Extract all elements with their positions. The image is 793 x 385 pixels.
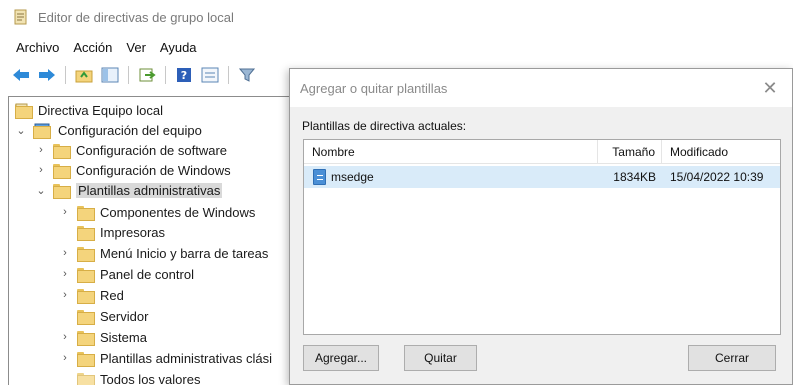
toolbar-separator — [228, 66, 229, 84]
tree-label: Panel de control — [100, 266, 194, 282]
tree-item-windows-components[interactable]: › Componentes de Windows — [59, 202, 255, 222]
column-header-name[interactable]: Nombre — [304, 139, 598, 164]
toolbar-separator — [128, 66, 129, 84]
tree-label: Componentes de Windows — [100, 204, 256, 220]
folder-icon — [53, 163, 71, 179]
chevron-right-icon[interactable]: › — [59, 202, 71, 222]
tree-label: Impresoras — [100, 224, 166, 240]
tree-item-network[interactable]: › Red — [59, 285, 124, 305]
list-header: Nombre Tamaño Modificado — [304, 139, 780, 164]
tree-label: Directiva Equipo local — [38, 102, 164, 118]
toolbar: ? — [10, 63, 258, 87]
tree-item-printers[interactable]: Impresoras — [59, 222, 165, 242]
tree-item-control-panel[interactable]: › Panel de control — [59, 264, 194, 284]
folder-icon — [77, 288, 95, 304]
tree-item-software-config[interactable]: › Configuración de software — [35, 140, 227, 160]
tree-label: Plantillas administrativas clási — [100, 350, 272, 366]
back-arrow-icon[interactable] — [10, 64, 32, 86]
chevron-right-icon[interactable]: › — [59, 348, 71, 368]
up-folder-icon[interactable] — [73, 64, 95, 86]
tree-item-computer-config[interactable]: ⌄ Configuración del equipo — [15, 120, 202, 140]
tree-label: Servidor — [100, 308, 149, 324]
tree-label: Menú Inicio y barra de tareas — [100, 245, 269, 261]
close-icon[interactable]: ✕ — [758, 78, 782, 99]
chevron-right-icon[interactable]: › — [35, 140, 47, 160]
template-file-icon — [313, 169, 326, 185]
folder-icon — [77, 267, 95, 283]
tree-item-server[interactable]: Servidor — [59, 306, 148, 326]
menu-accion[interactable]: Acción — [73, 40, 112, 55]
toolbar-separator — [165, 66, 166, 84]
folder-icon — [77, 225, 95, 241]
all-settings-icon — [77, 372, 95, 385]
tree-label: Configuración de software — [76, 142, 228, 158]
tree-label: Configuración del equipo — [58, 122, 202, 138]
template-size: 1834KB — [613, 170, 656, 184]
chevron-down-icon[interactable]: ⌄ — [15, 120, 27, 140]
tree-item-system[interactable]: › Sistema — [59, 327, 147, 347]
tree-item-admin-templates[interactable]: ⌄ Plantillas administrativas — [35, 180, 223, 200]
chevron-right-icon[interactable]: › — [59, 243, 71, 263]
window-titlebar: Editor de directivas de grupo local — [0, 0, 793, 34]
tree-label: Todos los valores — [100, 371, 201, 385]
tree-label: Plantillas administrativas — [76, 182, 223, 198]
chevron-right-icon[interactable]: › — [59, 327, 71, 347]
filter-icon[interactable] — [236, 64, 258, 86]
computer-icon — [33, 122, 51, 139]
folder-icon — [53, 143, 71, 159]
dialog-titlebar: Agregar o quitar plantillas ✕ — [290, 69, 792, 107]
tree-item-all-settings[interactable]: Todos los valores — [59, 369, 200, 385]
folder-icon — [77, 330, 95, 346]
current-templates-label: Plantillas de directiva actuales: — [302, 119, 467, 133]
folder-icon — [77, 246, 95, 262]
chevron-right-icon[interactable]: › — [35, 160, 47, 180]
console-tree: Directiva Equipo local ⌄ Configuración d… — [8, 96, 290, 385]
tree-item-windows-config[interactable]: › Configuración de Windows — [35, 160, 231, 180]
svg-text:?: ? — [181, 69, 187, 82]
column-header-size[interactable]: Tamaño — [598, 139, 662, 164]
list-cell-name: msedge — [304, 169, 598, 185]
add-remove-templates-dialog: Agregar o quitar plantillas ✕ Plantillas… — [289, 68, 793, 385]
list-item[interactable]: msedge 1834KB 15/04/2022 10:39 — [304, 166, 780, 188]
show-hide-tree-icon[interactable] — [99, 64, 121, 86]
toolbar-separator — [65, 66, 66, 84]
dialog-title: Agregar o quitar plantillas — [300, 80, 448, 96]
chevron-right-icon[interactable]: › — [59, 285, 71, 305]
menu-ayuda[interactable]: Ayuda — [160, 40, 197, 55]
menu-bar: Archivo Acción Ver Ayuda — [0, 36, 211, 58]
folder-icon — [77, 309, 95, 325]
properties-view-icon[interactable] — [199, 64, 221, 86]
policy-document-icon — [15, 103, 33, 119]
folder-icon — [77, 205, 95, 221]
column-header-modified[interactable]: Modificado — [662, 140, 780, 164]
tree-label: Red — [100, 287, 124, 303]
template-modified: 15/04/2022 10:39 — [670, 170, 764, 184]
export-list-icon[interactable] — [136, 64, 158, 86]
policy-editor-icon — [13, 9, 29, 25]
templates-list[interactable]: Nombre Tamaño Modificado msedge 1834KB 1… — [303, 139, 781, 335]
menu-ver[interactable]: Ver — [126, 40, 146, 55]
help-icon[interactable]: ? — [173, 64, 195, 86]
tree-item-root[interactable]: Directiva Equipo local — [15, 100, 163, 120]
window-title: Editor de directivas de grupo local — [38, 9, 234, 25]
chevron-down-icon[interactable]: ⌄ — [35, 180, 47, 200]
tree-label: Sistema — [100, 329, 147, 345]
menu-archivo[interactable]: Archivo — [16, 40, 59, 55]
template-name: msedge — [331, 170, 374, 184]
chevron-right-icon[interactable]: › — [59, 264, 71, 284]
add-button[interactable]: Agregar... — [303, 345, 379, 371]
tree-label: Configuración de Windows — [76, 162, 231, 178]
tree-item-classic-templates[interactable]: › Plantillas administrativas clási — [59, 348, 272, 368]
close-button[interactable]: Cerrar — [688, 345, 776, 371]
folder-icon — [53, 183, 71, 199]
tree-item-start-menu[interactable]: › Menú Inicio y barra de tareas — [59, 243, 268, 263]
forward-arrow-icon[interactable] — [36, 64, 58, 86]
folder-icon — [77, 351, 95, 367]
remove-button[interactable]: Quitar — [404, 345, 477, 371]
